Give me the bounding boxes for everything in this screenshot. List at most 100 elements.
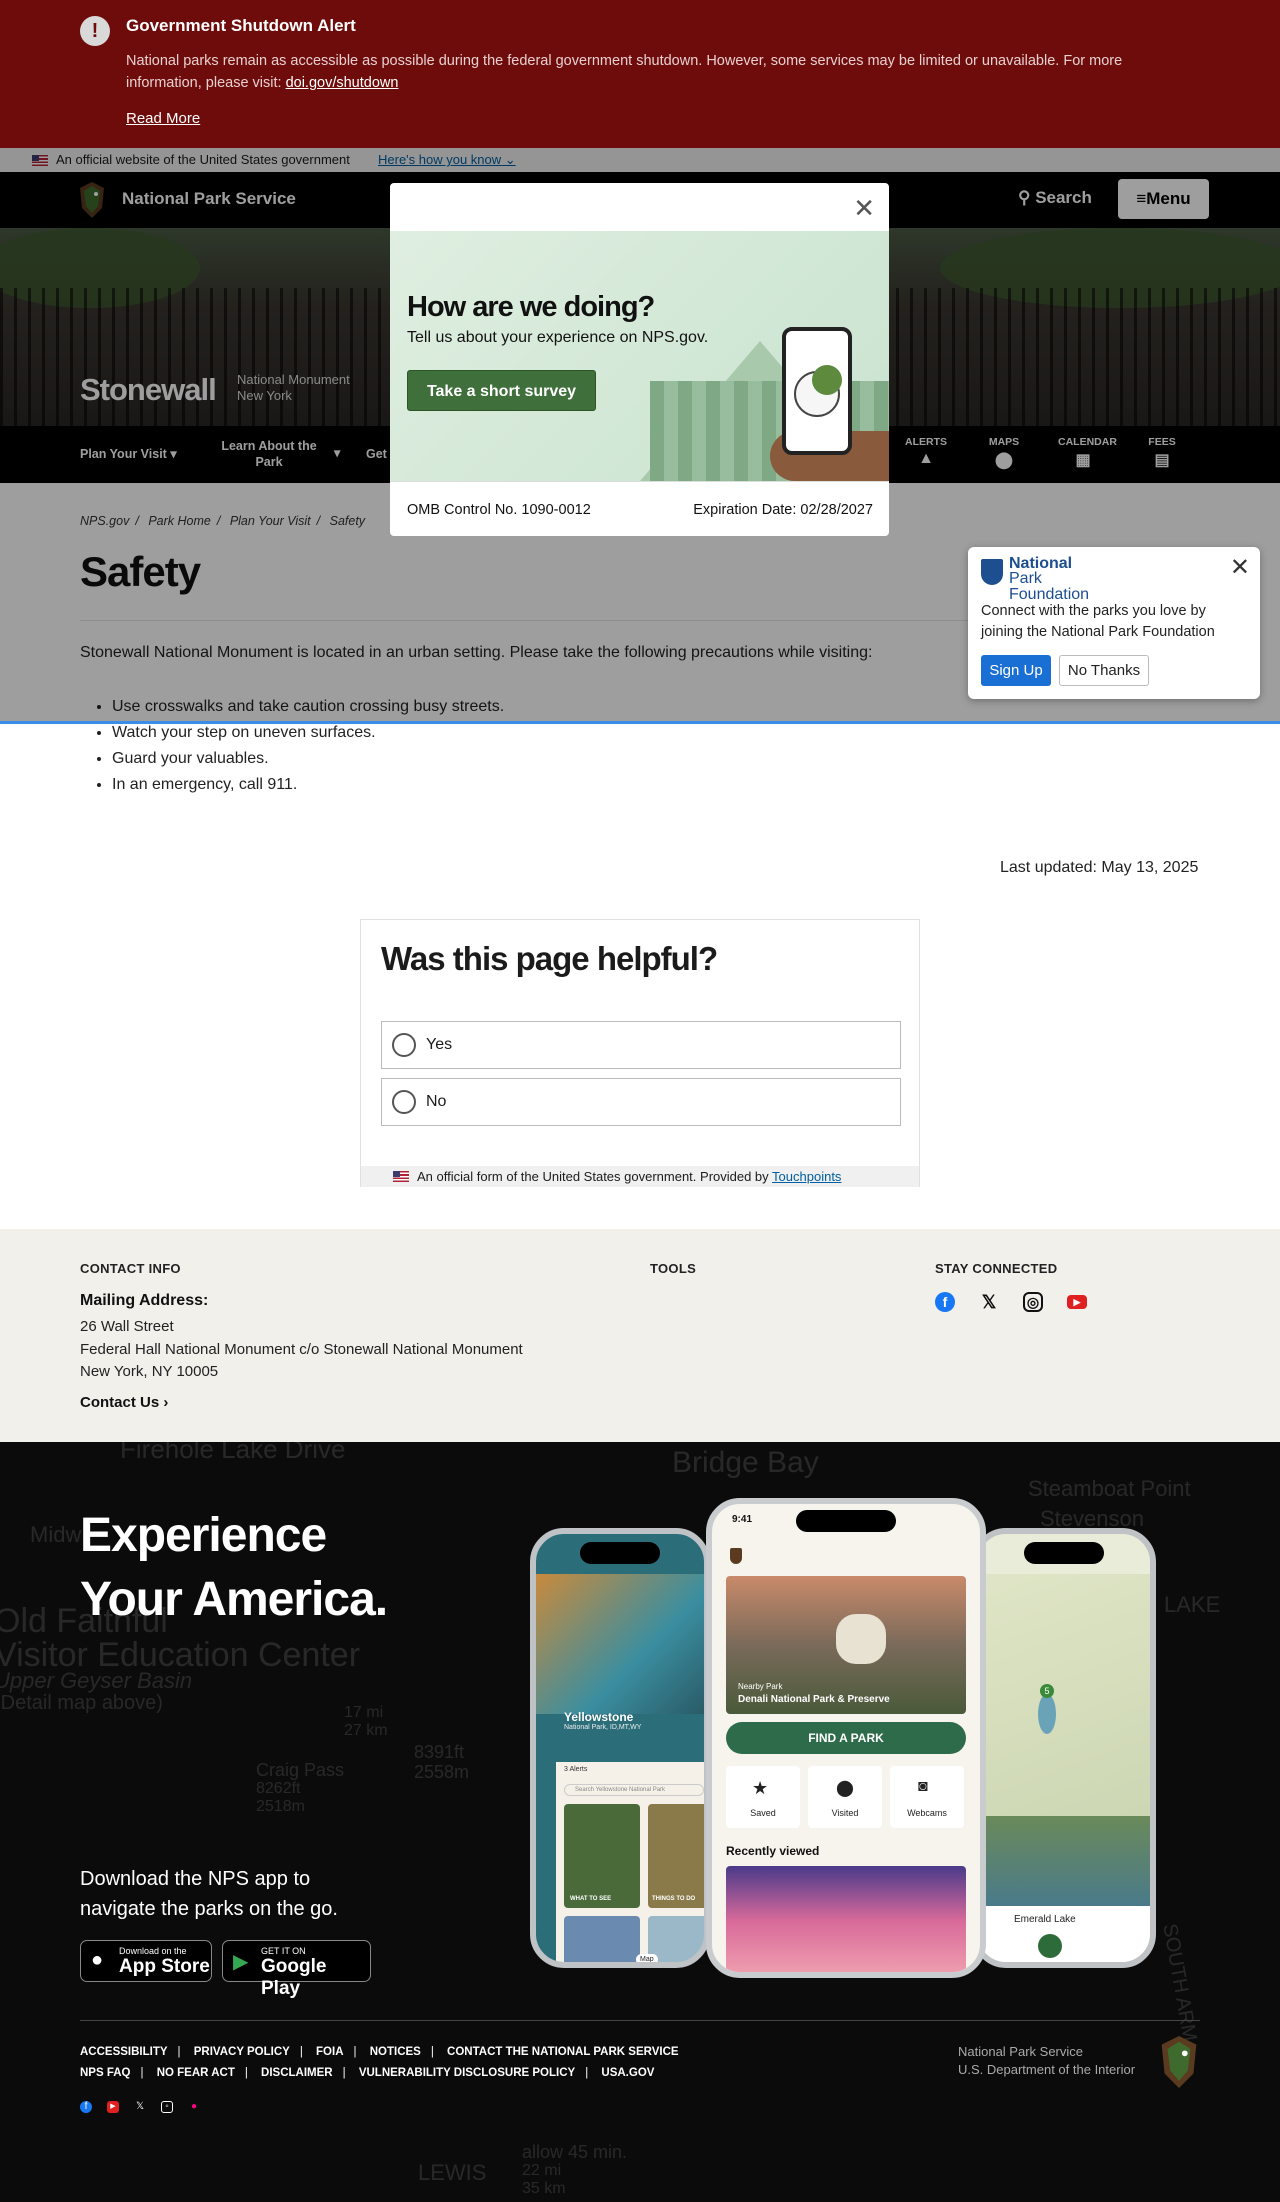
apple-icon: ● xyxy=(91,1949,104,1971)
footer-contact: CONTACT INFO Mailing Address: 26 Wall St… xyxy=(0,1229,1280,1442)
radio-icon[interactable] xyxy=(392,1033,416,1057)
facebook-icon[interactable]: f xyxy=(935,1292,955,1312)
survey-illustration xyxy=(390,231,889,481)
youtube-icon[interactable]: ▶ xyxy=(107,2101,119,2113)
footer-link-notices[interactable]: NOTICES xyxy=(370,2046,421,2058)
phone-right: 5 Emerald Lake xyxy=(972,1528,1156,1968)
us-flag-icon xyxy=(393,1171,409,1182)
phone-center-find: FIND A PARK xyxy=(726,1722,966,1754)
footer-link-usagov[interactable]: USA.GOV xyxy=(601,2067,654,2079)
map-label: 8391ft xyxy=(414,1742,465,1762)
google-play-big: Google Play xyxy=(261,1956,327,1999)
radio-icon[interactable] xyxy=(392,1090,416,1114)
footer-divider xyxy=(80,2020,1200,2021)
phone-left-search: Search Yellowstone National Park xyxy=(564,1784,704,1796)
instagram-icon[interactable]: ◦ xyxy=(161,2101,173,2113)
nps-arrowhead-icon[interactable] xyxy=(1159,2036,1199,2088)
phone-left-sub: National Park, ID,MT,WY xyxy=(564,1724,642,1731)
read-more-link[interactable]: Read More xyxy=(126,110,200,127)
app-store-button[interactable]: ● Download on the App Store xyxy=(80,1940,212,1982)
map-label: allow 45 min. xyxy=(522,2142,628,2162)
phone-left-tile1: WHAT TO SEE xyxy=(570,1896,612,1902)
take-survey-button[interactable]: Take a short survey xyxy=(407,370,596,411)
map-label: LAKE xyxy=(1164,1592,1221,1617)
google-play-icon: ▶ xyxy=(233,1951,249,1973)
no-thanks-button[interactable]: No Thanks xyxy=(1059,655,1149,686)
google-play-small: GET IT ON xyxy=(261,1946,306,1956)
contact-us-link[interactable]: Contact Us › xyxy=(80,1394,168,1411)
instagram-icon[interactable]: ◎ xyxy=(1023,1292,1043,1312)
phone-left: Yellowstone National Park, ID,MT,WY 3 Al… xyxy=(530,1528,710,1968)
pin-icon: ⬤ xyxy=(836,1780,854,1797)
feedback-footer: An official form of the United States go… xyxy=(361,1166,919,1187)
footer-link-no-fear[interactable]: NO FEAR ACT xyxy=(157,2067,235,2079)
contact-us-label: Contact Us xyxy=(80,1394,160,1411)
phone-center-webcams: Webcams xyxy=(890,1766,964,1828)
map-label: Bridge Bay xyxy=(672,1446,819,1479)
footer-link-disclaimer[interactable]: DISCLAIMER xyxy=(261,2067,333,2079)
feedback-no-option[interactable]: No xyxy=(381,1078,901,1126)
phone-center-park: Denali National Park & Preserve xyxy=(738,1694,890,1705)
x-icon[interactable]: 𝕏 xyxy=(979,1292,999,1312)
footer-link-vdp[interactable]: VULNERABILITY DISCLOSURE POLICY xyxy=(359,2067,575,2079)
facebook-icon[interactable]: f xyxy=(80,2101,92,2113)
app-download-line1: Download the NPS app to xyxy=(80,1868,311,1890)
address-line: New York, NY 10005 xyxy=(80,1363,219,1380)
app-download-text: Download the NPS app to navigate the park… xyxy=(80,1864,338,1924)
feedback-yes-option[interactable]: Yes xyxy=(381,1021,901,1069)
map-label: Firehole Lake Drive xyxy=(120,1442,346,1464)
alert-body-text: National parks remain as accessible as p… xyxy=(126,53,1123,91)
footer-link-accessibility[interactable]: ACCESSIBILITY xyxy=(80,2046,168,2058)
star-icon: ★ xyxy=(752,1778,769,1798)
footer-link-privacy[interactable]: PRIVACY POLICY xyxy=(194,2046,290,2058)
alert-link[interactable]: doi.gov/shutdown xyxy=(286,75,399,91)
map-label: 17 mi xyxy=(344,1704,384,1721)
footer-link-foia[interactable]: FOIA xyxy=(316,2046,343,2058)
youtube-icon[interactable]: ▶ xyxy=(1067,1295,1087,1309)
feedback-footer-prefix: An official form of the United States go… xyxy=(417,1169,773,1184)
npf-logo-line1: National xyxy=(1009,555,1073,572)
alert-title: Government Shutdown Alert xyxy=(126,16,356,35)
npf-shield-icon xyxy=(981,559,1003,585)
phone-center-nearby: Nearby Park xyxy=(738,1682,783,1691)
survey-footer: OMB Control No. 1090-0012 Expiration Dat… xyxy=(390,481,889,536)
map-label: 35 km xyxy=(522,2180,566,2197)
feedback-yes-label: Yes xyxy=(426,1036,453,1053)
footer-app-promo: Firehole Lake Drive Bridge Bay Steamboat… xyxy=(0,1442,1280,2202)
touchpoints-link[interactable]: Touchpoints xyxy=(772,1169,841,1184)
address-line: 26 Wall Street xyxy=(80,1318,174,1335)
shutdown-alert: ! Government Shutdown Alert National par… xyxy=(0,0,1280,148)
footer-agency: National Park Service U.S. Department of … xyxy=(958,2043,1135,2079)
webcam-icon: ◙ xyxy=(918,1778,928,1795)
footer-link-contact[interactable]: CONTACT THE NATIONAL PARK SERVICE xyxy=(447,2046,679,2058)
sign-up-button[interactable]: Sign Up xyxy=(981,655,1051,686)
google-play-button[interactable]: ▶ GET IT ON Google Play xyxy=(222,1940,371,1999)
map-label: 27 km xyxy=(344,1722,388,1739)
app-store-big: App Store xyxy=(119,1956,210,1977)
phone-left-alerts: 3 Alerts xyxy=(564,1766,588,1773)
map-label: 2558m xyxy=(414,1762,470,1782)
map-label: Craig Pass xyxy=(256,1760,345,1780)
survey-subtitle: Tell us about your experience on NPS.gov… xyxy=(407,329,709,346)
x-icon[interactable]: 𝕏 xyxy=(134,2101,146,2113)
address-line: Federal Hall National Monument c/o Stone… xyxy=(80,1340,523,1358)
map-label: Midw xyxy=(30,1522,82,1547)
flickr-icon[interactable]: ● xyxy=(188,2101,200,2113)
phone-center: 9:41 Nearby Park Denali National Park & … xyxy=(706,1498,986,1978)
contact-heading: CONTACT INFO xyxy=(80,1261,181,1276)
close-icon[interactable]: ✕ xyxy=(853,195,875,221)
list-item: Guard your valuables. xyxy=(112,746,504,772)
app-headline: Experience Your America. xyxy=(80,1504,388,1632)
close-icon[interactable]: ✕ xyxy=(1230,553,1250,582)
feedback-form: Was this page helpful? Yes No An officia… xyxy=(360,919,920,1187)
phone-left-title: Yellowstone xyxy=(564,1710,634,1724)
mailing-address: 26 Wall Street Federal Hall National Mon… xyxy=(80,1316,523,1384)
footer-link-faq[interactable]: NPS FAQ xyxy=(80,2067,130,2079)
tools-heading: TOOLS xyxy=(650,1261,697,1276)
survey-modal: ✕ How are we doing? Tell us about your e… xyxy=(390,183,889,536)
alert-icon: ! xyxy=(80,16,110,46)
last-updated: Last updated: May 13, 2025 xyxy=(1000,859,1199,876)
phone-center-time: 9:41 xyxy=(732,1514,753,1525)
feedback-no-label: No xyxy=(426,1093,447,1110)
app-download-line2: navigate the parks on the go. xyxy=(80,1898,338,1920)
